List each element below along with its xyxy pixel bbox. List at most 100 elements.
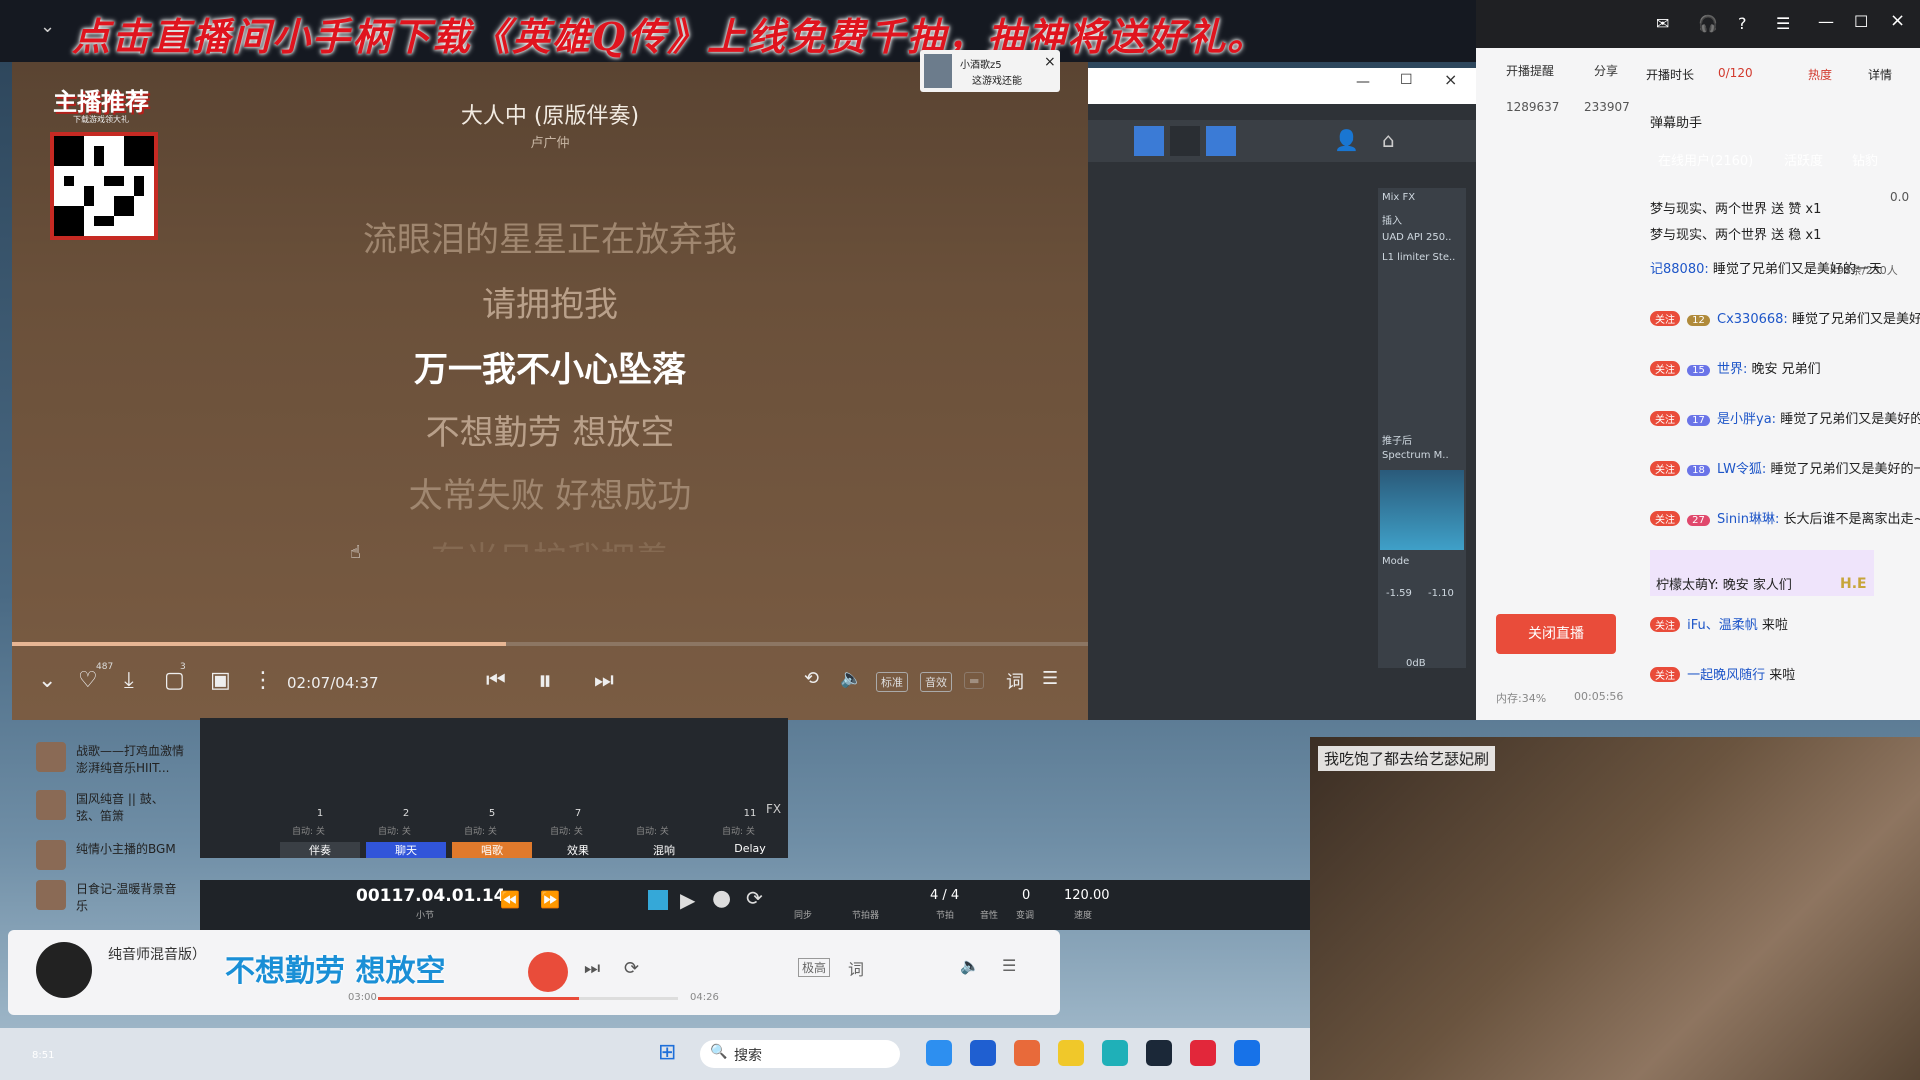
automation-label[interactable]: 自动: 关 [378,824,411,837]
share-button[interactable]: 分享 [1594,62,1618,79]
repeat-icon[interactable]: ⟲ [804,668,819,689]
kugou-icon[interactable] [1234,1040,1260,1066]
close-icon[interactable]: × [1044,54,1056,70]
automation-label[interactable]: 自动: 关 [722,824,755,837]
fx-label[interactable]: FX [766,802,781,816]
comment-user[interactable]: 世界: [1717,362,1747,377]
record-icon[interactable]: ● [712,886,731,911]
loop-icon[interactable]: ⟳ [746,886,763,910]
minimize-icon[interactable]: — [1356,74,1370,90]
playlist-icon[interactable]: ☰ [1002,956,1016,975]
detail-link[interactable]: 详情 [1868,66,1892,83]
headset-icon[interactable]: 🎧 [1698,14,1718,33]
netease-music-icon[interactable] [1190,1040,1216,1066]
app-icon[interactable] [970,1040,996,1066]
comment-user[interactable]: 是小胖ya: [1717,412,1776,427]
transpose-value[interactable]: 0 [1022,888,1030,903]
automation-label[interactable]: 自动: 关 [292,824,325,837]
lyric-button[interactable]: 词 [848,956,864,980]
channel-name[interactable]: Delay [710,842,790,858]
transport-position[interactable]: 00117.04.01.14 [356,886,506,906]
time-signature[interactable]: 4 / 4 [930,888,959,903]
comment-user[interactable]: 柠檬太萌Y: [1656,578,1719,593]
app-icon[interactable] [1014,1040,1040,1066]
comment-user[interactable]: 记88080: [1650,262,1709,277]
follow-badge[interactable]: 关注 [1650,461,1680,476]
taskbar-search[interactable]: 🔍 搜索 [700,1040,900,1068]
stop-live-button[interactable]: 关闭直播 [1496,614,1616,654]
user-icon[interactable]: 👤 [1334,128,1359,152]
maximize-icon[interactable]: ☐ [1854,12,1868,31]
channel-name[interactable]: 混响 [624,842,704,858]
edge-icon[interactable] [926,1040,952,1066]
play-icon[interactable]: ▶ [680,888,695,912]
spectrum-plugin[interactable]: Spectrum M.. [1382,450,1449,461]
tool-button[interactable] [1134,126,1164,156]
follow-badge[interactable]: 关注 [1650,361,1680,376]
playlist-icon[interactable]: ☰ [1042,668,1058,689]
gift-notification[interactable]: 小酒歌z5 这游戏还能 × [920,50,1060,92]
progress-bar[interactable] [12,642,1088,646]
comment-user[interactable]: LW令狐: [1717,462,1766,477]
channel-name[interactable]: 效果 [538,842,618,858]
automation-label[interactable]: 自动: 关 [464,824,497,837]
pause-icon[interactable]: ⏸ [538,664,552,698]
steam-icon[interactable] [1146,1040,1172,1066]
follow-badge[interactable]: 关注 [1650,617,1680,632]
home-icon[interactable]: ⌂ [1382,128,1395,152]
comment-user[interactable]: Cx330668: [1717,312,1788,327]
tab-activity[interactable]: 活跃度 [1784,150,1823,169]
repeat-icon[interactable]: ⟳ [624,958,639,979]
effect-button[interactable]: 音效 [920,672,952,692]
follow-badge[interactable]: 关注 [1650,411,1680,426]
collapse-icon[interactable]: ⌄ [38,668,56,693]
calendar-icon[interactable]: ▣ [210,668,231,693]
lyrics-button[interactable]: 词 [1006,668,1024,694]
follow-badge[interactable]: 关注 [1650,667,1680,682]
rewind-icon[interactable]: ⏪ [500,890,520,909]
maximize-icon[interactable]: ☐ [1400,72,1413,88]
app-icon[interactable] [1102,1040,1128,1066]
download-icon[interactable]: ⤓ [124,668,134,693]
more-icon[interactable]: ⋮ [252,668,274,693]
channel-name[interactable]: 伴奏 [280,842,360,858]
reminder-button[interactable]: 开播提醒 [1506,62,1554,79]
automation-label[interactable]: 自动: 关 [636,824,669,837]
comment-user[interactable]: iFu、温柔帆 [1687,618,1758,633]
channel-name[interactable]: 聊天 [366,842,446,858]
next-icon[interactable]: ⏭ [584,958,600,979]
like-icon[interactable]: ♡ [78,668,98,693]
tool-button[interactable] [1206,126,1236,156]
menu-icon[interactable]: ☰ [1776,14,1790,33]
play-button[interactable] [528,952,568,992]
tempo-value[interactable]: 120.00 [1064,888,1110,903]
fast-forward-icon[interactable]: ⏩ [540,890,560,909]
app-icon[interactable] [1058,1040,1084,1066]
automation-label[interactable]: 自动: 关 [550,824,583,837]
quality-button[interactable]: 极高 [798,958,831,977]
plugin-slot[interactable]: UAD API 250.. [1382,232,1451,243]
volume-icon[interactable]: 🔈 [960,956,980,975]
previous-icon[interactable]: ⏮ [486,668,506,693]
quality-button[interactable]: 标准 [876,672,908,692]
tab-online-users[interactable]: 在线用户(2160) [1658,150,1753,169]
volume-icon[interactable]: 🔈 [840,668,862,689]
comment-user[interactable]: Sinin琳琳: [1717,512,1779,527]
plugin-slot[interactable]: L1 limiter Ste.. [1382,252,1455,263]
stop-button[interactable] [648,890,668,910]
help-icon[interactable]: ? [1738,14,1747,33]
hot-label[interactable]: 热度 [1808,66,1832,83]
minimize-icon[interactable]: — [1818,12,1834,31]
tool-button[interactable] [1170,126,1200,156]
next-icon[interactable]: ⏭ [594,668,614,693]
follow-badge[interactable]: 关注 [1650,311,1680,326]
close-icon[interactable]: × [1444,70,1457,89]
follow-badge[interactable]: 关注 [1650,511,1680,526]
close-icon[interactable]: × [1890,10,1905,31]
message-icon[interactable]: ✉ [1656,14,1669,33]
comment-user[interactable]: 一起晚风随行 [1687,668,1765,683]
tab-diamond[interactable]: 钻豹 [1852,150,1878,169]
channel-name[interactable]: 唱歌 [452,842,532,858]
windows-start-icon[interactable]: ⊞ [658,1040,676,1065]
chevron-down-icon[interactable]: ⌄ [40,16,55,37]
